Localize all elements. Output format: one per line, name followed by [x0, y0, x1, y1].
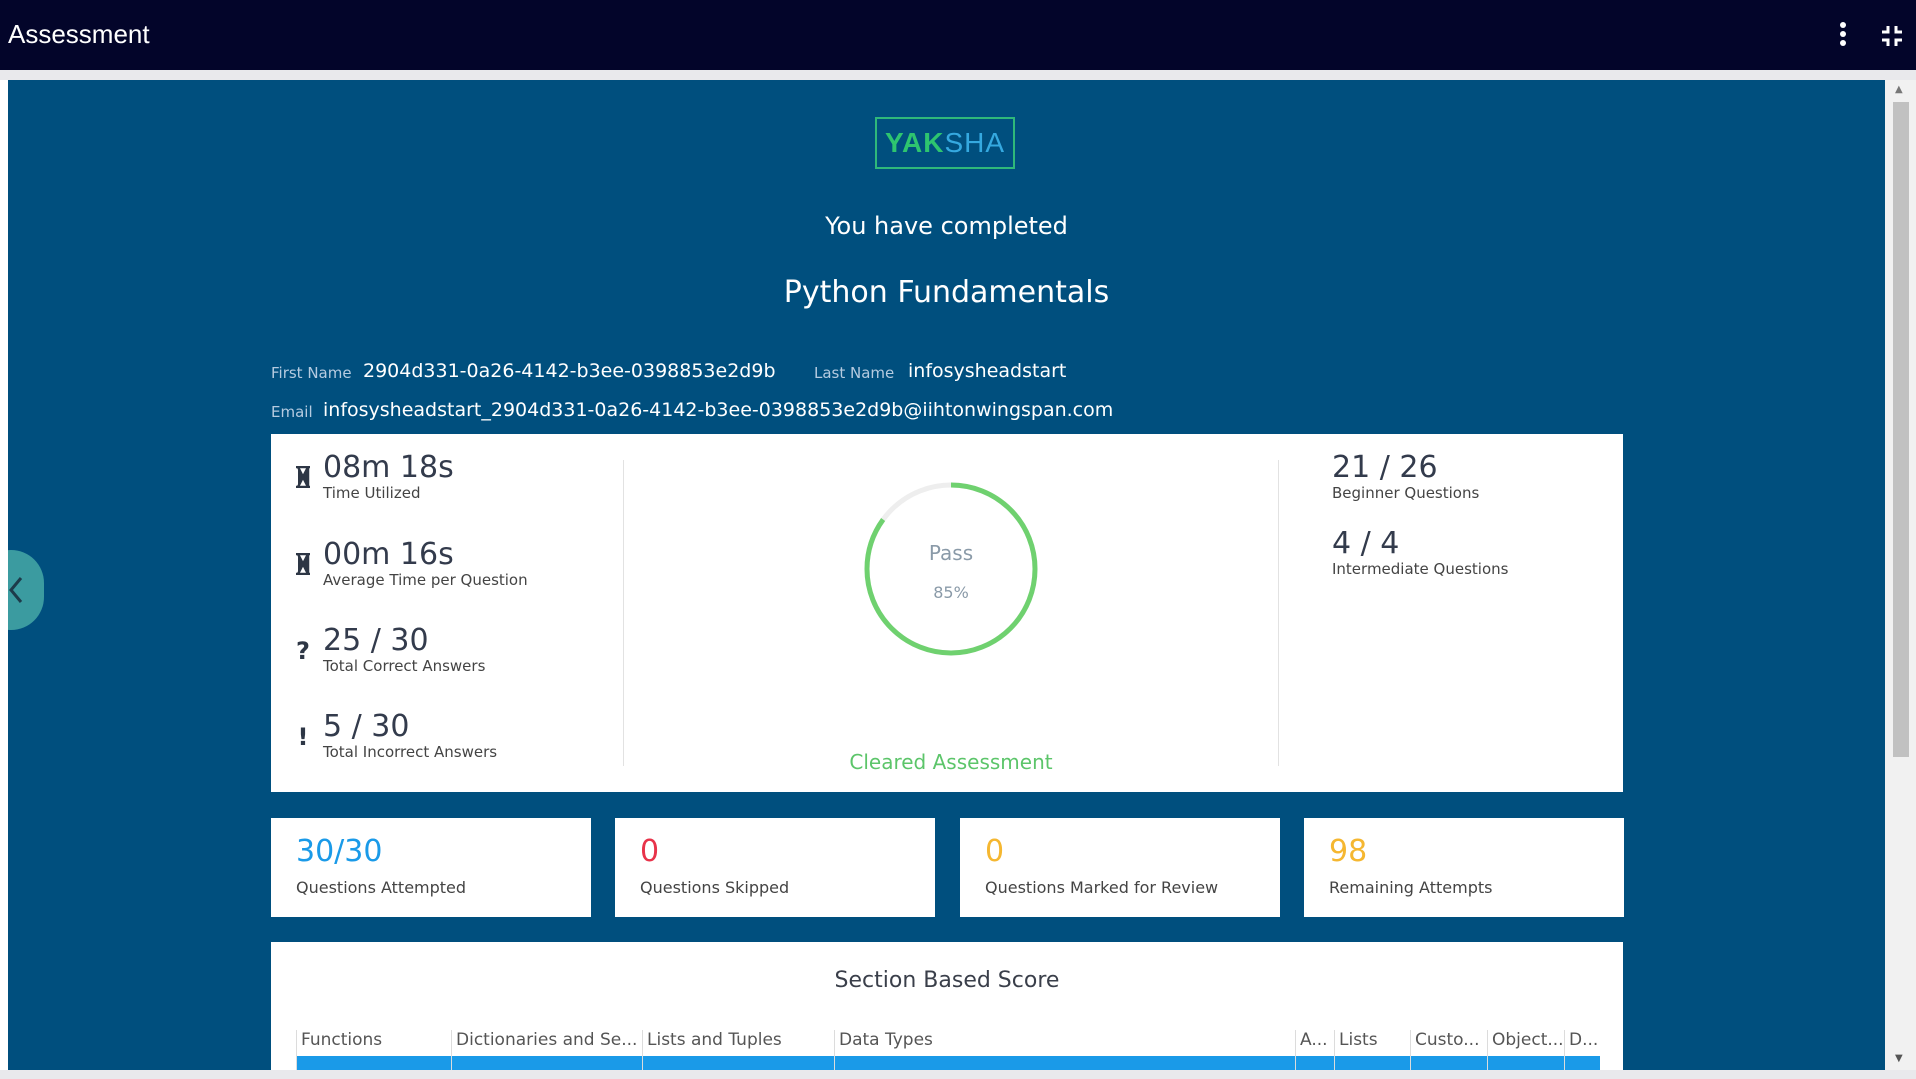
section-score-card: Section Based Score Functions Dictionari…	[271, 942, 1623, 1070]
cleared-text: Cleared Assessment	[849, 750, 1053, 774]
incorrect-answers-stat: ! 5 / 30 Total Incorrect Answers	[298, 711, 498, 762]
average-time-stat: 00m 16s Average Time per Question	[296, 539, 528, 589]
section-bar	[1411, 1056, 1487, 1070]
completed-text: You have completed	[825, 212, 1068, 240]
result-percent: 85%	[933, 583, 969, 602]
app-title: Assessment	[8, 19, 150, 49]
assessment-result-panel: YAKSHA You have completed Python Fundame…	[8, 80, 1885, 1070]
email-label: Email	[271, 403, 313, 421]
exit-fullscreen-icon[interactable]	[1880, 24, 1904, 48]
chevron-left-icon	[9, 577, 23, 603]
first-name-label: First Name	[271, 364, 352, 382]
section-bar	[1335, 1056, 1410, 1070]
section-column: A...	[1295, 1030, 1334, 1070]
scroll-up-icon[interactable]: ▲	[1895, 84, 1903, 95]
marked-for-review-card: 0 Questions Marked for Review	[960, 818, 1280, 917]
section-bar	[1296, 1056, 1334, 1070]
section-bar	[452, 1056, 642, 1070]
top-gap	[0, 70, 1916, 80]
section-score-title: Section Based Score	[834, 968, 1060, 993]
score-ring-graphic	[864, 482, 1038, 656]
app-top-bar: Assessment	[0, 0, 1916, 70]
result-status: Pass	[928, 541, 974, 565]
section-bar	[643, 1056, 834, 1070]
vertical-scrollbar[interactable]: ▲ ▼	[1885, 80, 1916, 1070]
more-options-icon[interactable]	[1833, 22, 1853, 50]
scroll-thumb[interactable]	[1893, 102, 1909, 757]
email-value: infosysheadstart_2904d331-0a26-4142-b3ee…	[323, 399, 1114, 421]
section-bar	[297, 1056, 451, 1070]
first-name-value: 2904d331-0a26-4142-b3ee-0398853e2d9b	[363, 360, 776, 382]
time-utilized-stat: 08m 18s Time Utilized	[296, 452, 454, 502]
questions-skipped-card: 0 Questions Skipped	[615, 818, 935, 917]
section-column: Lists	[1334, 1030, 1410, 1070]
section-column: Lists and Tuples	[642, 1030, 834, 1070]
divider	[1278, 460, 1279, 766]
exclamation-icon: !	[297, 723, 309, 751]
questions-attempted-card: 30/30 Questions Attempted	[271, 818, 591, 917]
stats-card: 08m 18s Time Utilized 00m 16s Average Ti…	[271, 434, 1623, 792]
section-column: D...	[1564, 1030, 1600, 1070]
hourglass-icon	[293, 465, 313, 490]
section-column: Dictionaries and Se...	[451, 1030, 642, 1070]
last-name-label: Last Name	[814, 364, 895, 382]
beginner-questions-stat: 21 / 26 Beginner Questions	[1332, 450, 1480, 503]
section-bar	[1565, 1056, 1600, 1070]
bottom-strip	[0, 1070, 1916, 1079]
section-column: Custo...	[1410, 1030, 1487, 1070]
side-panel-toggle[interactable]	[8, 550, 44, 630]
section-column: Functions	[296, 1030, 451, 1070]
course-title: Python Fundamentals	[783, 275, 1110, 310]
hourglass-icon	[293, 552, 313, 577]
last-name-value: infosysheadstart	[908, 360, 1067, 382]
question-icon: ?	[296, 637, 310, 665]
yaksha-logo: YAKSHA	[875, 117, 1015, 169]
section-bar	[1488, 1056, 1564, 1070]
section-column: Data Types	[834, 1030, 1295, 1070]
divider	[623, 460, 624, 766]
section-bar	[835, 1056, 1295, 1070]
scroll-down-icon[interactable]: ▼	[1895, 1053, 1903, 1064]
intermediate-questions-stat: 4 / 4 Intermediate Questions	[1332, 526, 1509, 579]
section-column: Object...	[1487, 1030, 1564, 1070]
score-ring: Pass 85%	[861, 479, 1041, 659]
remaining-attempts-card: 98 Remaining Attempts	[1304, 818, 1624, 917]
correct-answers-stat: ? 25 / 30 Total Correct Answers	[296, 625, 485, 676]
